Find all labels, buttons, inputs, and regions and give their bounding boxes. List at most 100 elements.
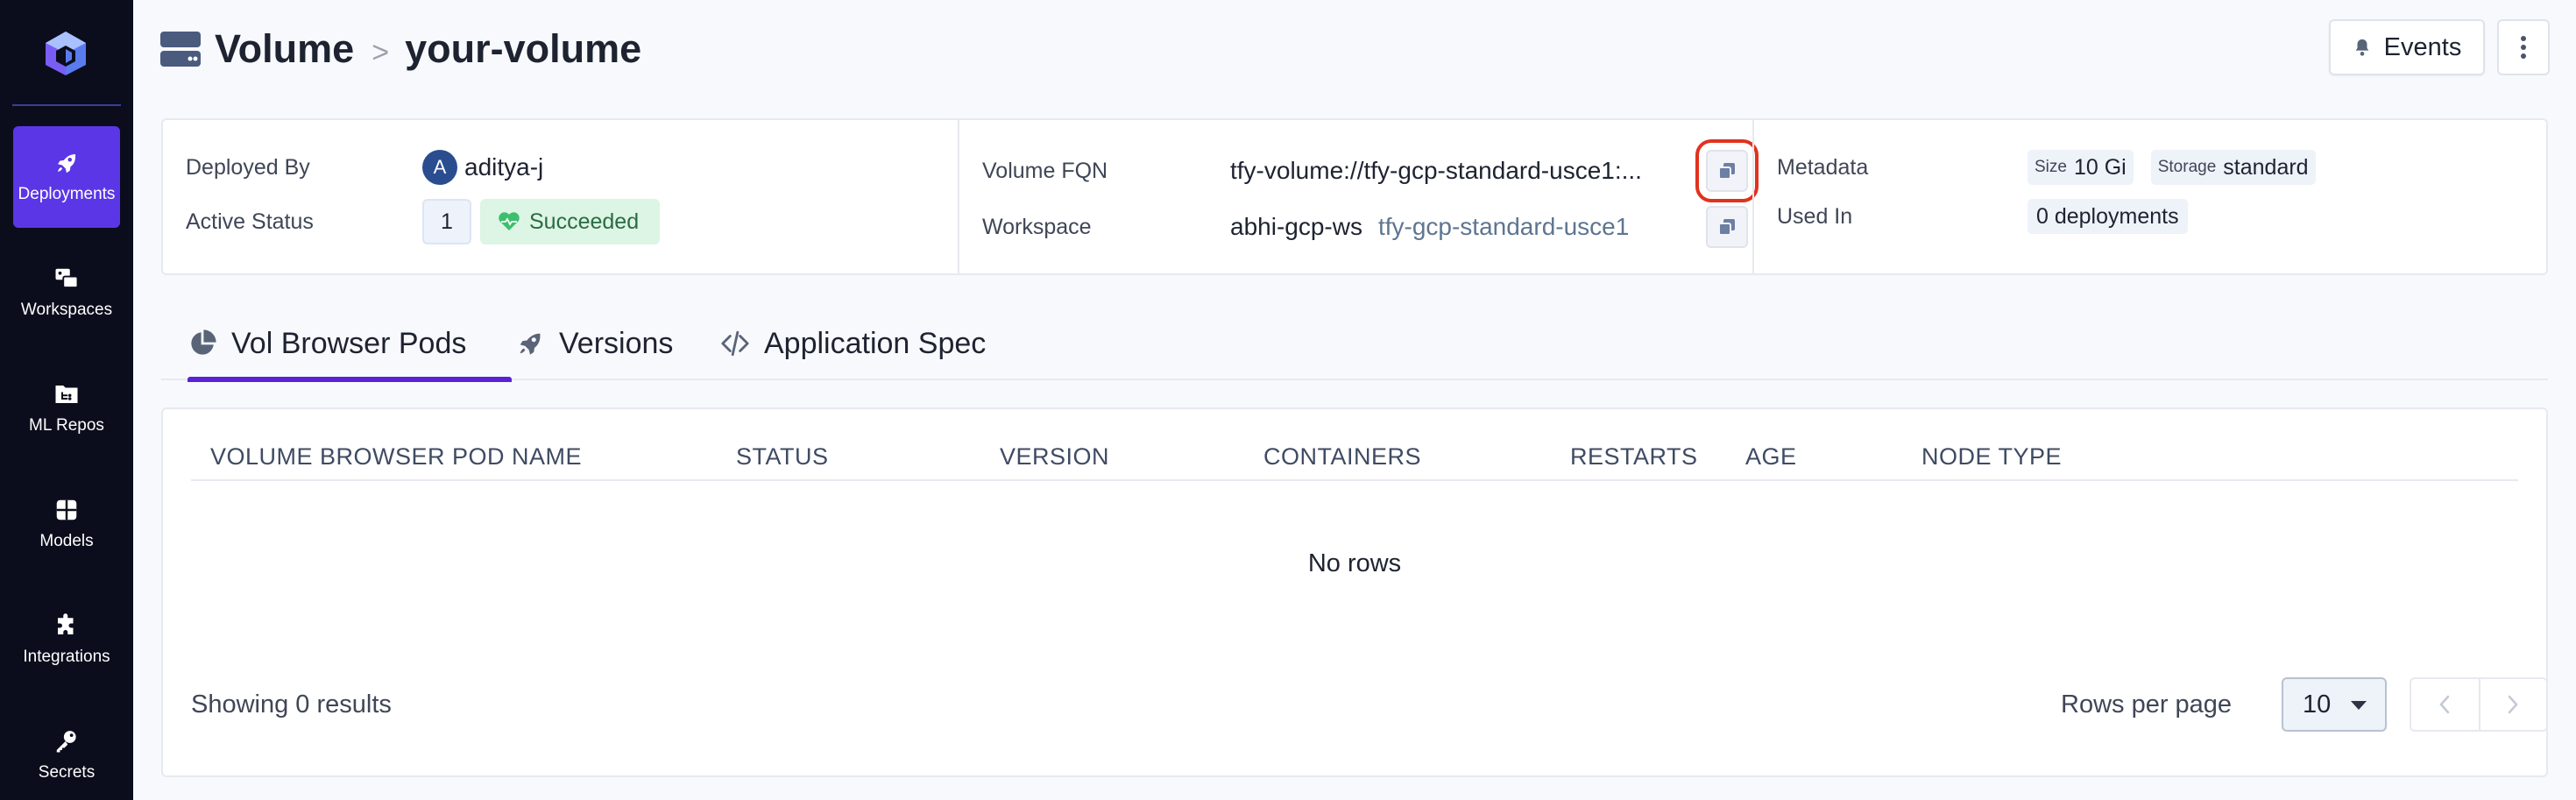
page-header: Volume > your-volume	[160, 23, 641, 75]
active-status-row: Active Status 1 Succeeded	[186, 197, 937, 246]
column-header-node-type[interactable]: Node Type	[1921, 432, 2062, 481]
active-count-badge: 1	[422, 199, 471, 244]
copy-fqn-button[interactable]	[1695, 139, 1759, 202]
volume-fqn-label: Volume FQN	[982, 158, 1108, 183]
code-icon	[721, 330, 749, 357]
column-header-restarts[interactable]: Restarts	[1570, 432, 1698, 481]
page-title: Volume	[215, 26, 355, 71]
metadata-key: Size	[2035, 158, 2067, 176]
tab-label: Vol Browser Pods	[231, 326, 467, 360]
workspaces-icon	[55, 268, 79, 288]
rocket-icon	[58, 154, 76, 173]
metadata-value-text: 10 Gi	[2073, 154, 2127, 180]
metadata-row: Metadata Size 10 Gi Storage standard	[1777, 143, 2527, 192]
rows-per-page-label: Rows per page	[2061, 690, 2233, 719]
table-header-row: Volume Browser Pod Name Status Version C…	[191, 432, 2518, 481]
status-badge: Succeeded	[480, 199, 661, 244]
workspace-row: Workspace abhi-gcp-ws tfy-gcp-standard-u…	[982, 202, 1748, 251]
table-footer: Showing 0 results Rows per page 10	[191, 677, 2548, 732]
caret-down-icon	[2351, 701, 2367, 710]
avatar: A	[422, 150, 457, 185]
sidebar-item-models[interactable]: Models	[13, 473, 120, 575]
volume-details-card: Deployed By A aditya-j Active Status 1 S…	[161, 118, 2548, 275]
more-options-button[interactable]	[2497, 19, 2550, 75]
pie-chart-icon	[191, 329, 216, 355]
sidebar-divider	[12, 104, 121, 106]
metadata-value-text: standard	[2223, 154, 2309, 180]
sidebar-item-secrets[interactable]: Secrets	[13, 704, 120, 800]
sidebar-item-label: Workspaces	[20, 301, 113, 319]
used-in-value: 0 deployments	[2028, 199, 2188, 234]
deployed-by-row: Deployed By A aditya-j	[186, 143, 937, 192]
grid-icon	[56, 499, 77, 520]
status-text: Succeeded	[529, 209, 640, 234]
copy-icon	[1718, 219, 1735, 236]
truefoundry-logo-icon[interactable]	[42, 30, 89, 77]
metadata-tag-storage: Storage standard	[2150, 150, 2316, 185]
results-count: Showing 0 results	[191, 690, 392, 719]
key-icon	[56, 731, 76, 753]
pods-table-card: Volume Browser Pod Name Status Version C…	[161, 407, 2548, 777]
tab-application-spec[interactable]: Application Spec	[720, 307, 986, 380]
events-label: Events	[2383, 32, 2462, 61]
more-vertical-icon	[2521, 36, 2526, 59]
column-header-pod-name[interactable]: Volume Browser Pod Name	[210, 432, 582, 481]
workspace-label: Workspace	[982, 214, 1092, 239]
deployed-by-user: aditya-j	[464, 153, 544, 181]
volume-fqn-value: tfy-volume://tfy-gcp-standard-usce1:...	[1230, 157, 1642, 185]
metadata-label: Metadata	[1777, 154, 1869, 180]
column-header-age[interactable]: Age	[1745, 432, 1797, 481]
sidebar-item-integrations[interactable]: Integrations	[13, 589, 120, 690]
next-page-button[interactable]	[2478, 679, 2546, 730]
volume-storage-icon	[160, 32, 201, 67]
copy-icon	[1718, 163, 1735, 180]
metadata-value: Size 10 Gi Storage standard	[2028, 150, 2333, 185]
rows-per-page-value: 10	[2303, 690, 2332, 719]
workspace-name: abhi-gcp-ws	[1230, 213, 1362, 240]
breadcrumb-separator: >	[372, 35, 390, 69]
sidebar-item-label: Deployments	[18, 185, 116, 203]
active-status-label: Active Status	[186, 209, 314, 234]
tab-label: Versions	[559, 326, 674, 360]
column-header-version[interactable]: Version	[1000, 432, 1109, 481]
sidebar-item-workspaces[interactable]: Workspaces	[13, 242, 120, 343]
copy-workspace-button[interactable]	[1706, 206, 1748, 248]
active-status-value: 1 Succeeded	[422, 199, 661, 244]
pagination	[2410, 677, 2548, 732]
sidebar-item-label: Integrations	[23, 648, 110, 666]
deployment-info-column: Deployed By A aditya-j Active Status 1 S…	[163, 120, 958, 273]
sidebar-item-ml-repos[interactable]: ML Repos	[13, 358, 120, 459]
column-header-status[interactable]: Status	[736, 432, 829, 481]
metadata-tag-size: Size 10 Gi	[2028, 150, 2134, 185]
column-header-containers[interactable]: Containers	[1263, 432, 1421, 481]
sidebar: Deployments Workspaces ML Repos Models I…	[0, 0, 133, 800]
volume-info-column: Volume FQN tfy-volume://tfy-gcp-standard…	[958, 120, 1759, 273]
folder-tree-icon	[55, 386, 78, 403]
tab-bar: Vol Browser Pods Versions Application Sp…	[161, 307, 2548, 382]
events-button[interactable]: Events	[2329, 19, 2485, 75]
used-in-badge[interactable]: 0 deployments	[2028, 199, 2188, 234]
chevron-right-icon	[2509, 695, 2519, 714]
metadata-key: Storage	[2157, 158, 2217, 176]
bell-icon	[2355, 39, 2368, 56]
workspace-cluster-link[interactable]: tfy-gcp-standard-usce1	[1378, 213, 1629, 241]
app-root: Deployments Workspaces ML Repos Models I…	[0, 0, 2576, 800]
chevron-left-icon	[2439, 695, 2450, 714]
metadata-column: Metadata Size 10 Gi Storage standard Use…	[1752, 120, 2548, 273]
tab-versions[interactable]: Versions	[515, 307, 673, 380]
rocket-icon	[520, 333, 541, 355]
volume-fqn-text: tfy-volume://tfy-gcp-standard-usce1:...	[1230, 157, 1642, 184]
sidebar-item-deployments[interactable]: Deployments	[13, 126, 120, 228]
empty-state-text: No rows	[1307, 549, 1402, 577]
volume-fqn-row: Volume FQN tfy-volume://tfy-gcp-standard…	[982, 139, 1759, 202]
sidebar-item-label: ML Repos	[29, 416, 104, 435]
tab-vol-browser-pods[interactable]: Vol Browser Pods	[188, 307, 512, 382]
puzzle-icon	[58, 613, 74, 634]
deployed-by-value: A aditya-j	[422, 150, 543, 185]
volume-name: your-volume	[405, 26, 642, 71]
previous-page-button[interactable]	[2411, 679, 2479, 730]
sidebar-item-label: Models	[39, 532, 94, 550]
used-in-label: Used In	[1777, 203, 1853, 229]
rows-per-page-select[interactable]: 10	[2282, 677, 2387, 732]
tab-label: Application Spec	[764, 326, 987, 360]
